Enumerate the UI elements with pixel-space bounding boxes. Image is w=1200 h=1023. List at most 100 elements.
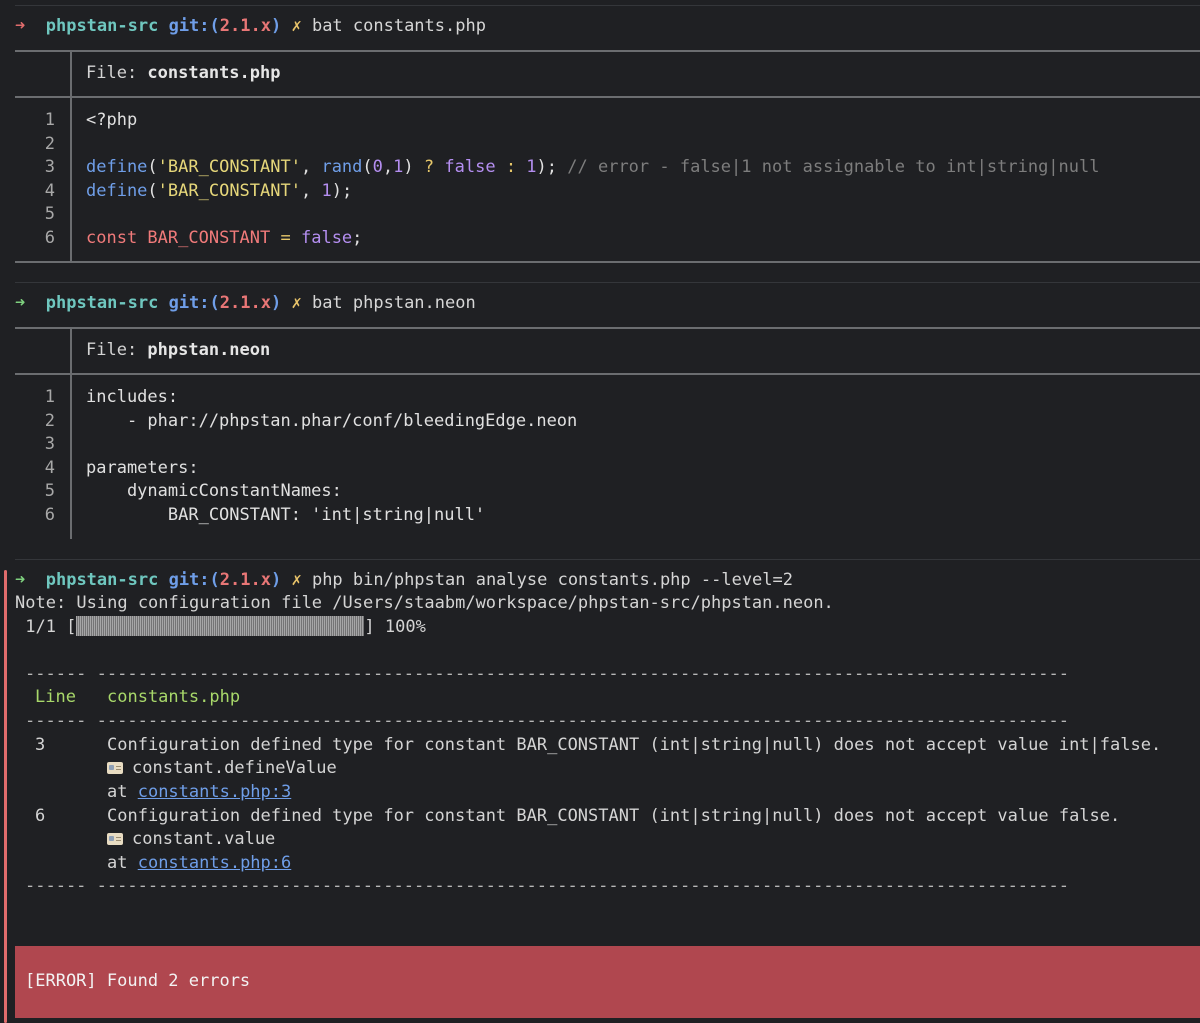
error-message: Configuration defined type for constant …	[107, 735, 1162, 755]
command-text-2: bat phpstan.neon	[311, 293, 476, 313]
code-line: const BAR_CONSTANT = false;	[86, 227, 1099, 251]
error-status-marker	[4, 570, 7, 1023]
bat-header-rule	[15, 96, 1200, 98]
bat-header-rule	[15, 373, 1200, 375]
code-token: =	[280, 227, 291, 248]
error-summary-text: [ERROR] Found 2 errors	[25, 971, 251, 991]
progress-count: 1/1 [	[15, 617, 77, 637]
table-rule-top: ------ ---------------------------------…	[25, 663, 1069, 687]
file-label: File:	[86, 63, 148, 83]
line-number: 3	[44, 434, 55, 454]
bat-file-header: File: phpstan.neon	[86, 339, 270, 363]
prompt-directory: phpstan-src	[45, 293, 159, 313]
line-number-gutter: 1 2 3 4 5 6	[15, 386, 55, 527]
code-token: (	[362, 157, 373, 177]
code-content: <?php define('BAR_CONSTANT', rand(0,1) ?…	[86, 109, 1099, 250]
prompt-arrow-icon: ➜	[15, 293, 26, 313]
bat-file-header: File: constants.php	[86, 62, 280, 86]
line-number: 5	[44, 481, 55, 501]
bat-header-gutter-rule	[70, 327, 72, 373]
bat-gutter-rule	[70, 373, 72, 539]
code-content: includes: - phar://phpstan.phar/conf/ble…	[86, 386, 577, 527]
progress-bar: 1/1 [ ] 100%	[15, 616, 426, 640]
bat-output-constants: File: constants.php 1 2 3 4 5 6 <?php de…	[15, 50, 1200, 265]
code-token: (	[147, 180, 158, 201]
dash-segment: ----------------------------------------…	[96, 711, 1069, 731]
error-identifier-row: constant.value	[107, 828, 275, 852]
code-token: :	[495, 157, 527, 177]
code-line: includes:	[86, 387, 179, 407]
code-token: define	[86, 157, 148, 177]
dirty-mark-icon: ✗	[291, 293, 302, 313]
error-identifier-row: constant.defineValue	[107, 757, 337, 781]
column-header-file: constants.php	[107, 687, 241, 707]
id-card-icon	[107, 762, 123, 774]
column-header-line: Line	[35, 687, 76, 707]
table-rule-bottom: ------ ---------------------------------…	[25, 875, 1069, 899]
file-label: File:	[86, 340, 148, 360]
code-token: BAR_CONSTANT	[137, 227, 281, 248]
error-location-link[interactable]: constants.php:6	[138, 853, 292, 873]
bat-bottom-rule	[15, 261, 1200, 263]
table-header-file: constants.php	[107, 686, 240, 710]
line-number: 1	[44, 110, 55, 130]
error-line-number: 3	[35, 735, 46, 755]
error-message: Configuration defined type for constant …	[107, 806, 1121, 826]
prompt-git-suffix: )	[270, 293, 282, 313]
code-token: const	[86, 227, 138, 248]
line-number-gutter: 1 2 3 4 5 6	[15, 109, 55, 250]
prompt-directory: phpstan-src	[45, 570, 159, 590]
code-token: (	[147, 157, 158, 177]
line-number: 6	[44, 504, 55, 525]
progress-percent: ] 100%	[364, 617, 426, 637]
line-number: 4	[44, 457, 55, 478]
code-token: false	[300, 227, 353, 248]
prompt-branch: 2.1.x	[219, 293, 271, 313]
error-location-row: at constants.php:6	[107, 852, 291, 876]
code-token: );	[536, 157, 558, 177]
bat-header-gutter-rule	[70, 50, 72, 96]
error-line-number: 6	[35, 806, 46, 826]
code-token: define	[86, 180, 148, 201]
command-text-3: php bin/phpstan analyse constants.php --…	[311, 570, 793, 590]
command-prompt-1: ➜ phpstan-src git:(2.1.x) ✗ bat constant…	[15, 15, 486, 39]
php-open-tag: <?php	[86, 110, 138, 130]
code-token: false	[444, 157, 496, 177]
line-number: 2	[44, 133, 55, 154]
command-divider	[15, 559, 1200, 560]
progress-fill	[76, 616, 365, 636]
code-token: );	[331, 180, 353, 201]
code-token: 1	[393, 157, 404, 177]
command-text-1: bat constants.php	[311, 16, 486, 36]
command-prompt-2: ➜ phpstan-src git:(2.1.x) ✗ bat phpstan.…	[15, 292, 476, 316]
dash-segment: ------	[25, 711, 87, 731]
code-token: 1	[526, 157, 537, 177]
code-line: dynamicConstantNames:	[86, 481, 342, 501]
code-token: ,	[300, 180, 322, 201]
id-card-icon	[107, 833, 123, 845]
error-location-prefix: at	[107, 782, 138, 802]
error-location-link[interactable]: constants.php:3	[138, 782, 292, 802]
code-line: - phar://phpstan.phar/conf/bleedingEdge.…	[86, 410, 578, 431]
bat-gutter-rule	[70, 96, 72, 262]
line-number: 2	[44, 410, 55, 431]
code-line: define('BAR_CONSTANT', rand(0,1) ? false…	[86, 156, 1099, 180]
prompt-git-prefix: git:(	[168, 293, 220, 313]
table-rule-mid: ------ ---------------------------------…	[25, 710, 1069, 734]
top-divider	[15, 5, 1200, 6]
code-line: parameters:	[86, 457, 199, 478]
dash-segment: ----------------------------------------…	[96, 876, 1069, 896]
prompt-git-prefix: git:(	[168, 570, 220, 590]
code-token: 0	[372, 157, 383, 177]
code-line: <?php	[86, 109, 1099, 133]
error-summary-bar: [ERROR] Found 2 errors	[15, 946, 1200, 1018]
prompt-branch: 2.1.x	[219, 570, 271, 590]
code-token: ?	[423, 157, 435, 177]
bat-top-rule	[15, 50, 1200, 52]
line-number: 6	[44, 227, 55, 248]
